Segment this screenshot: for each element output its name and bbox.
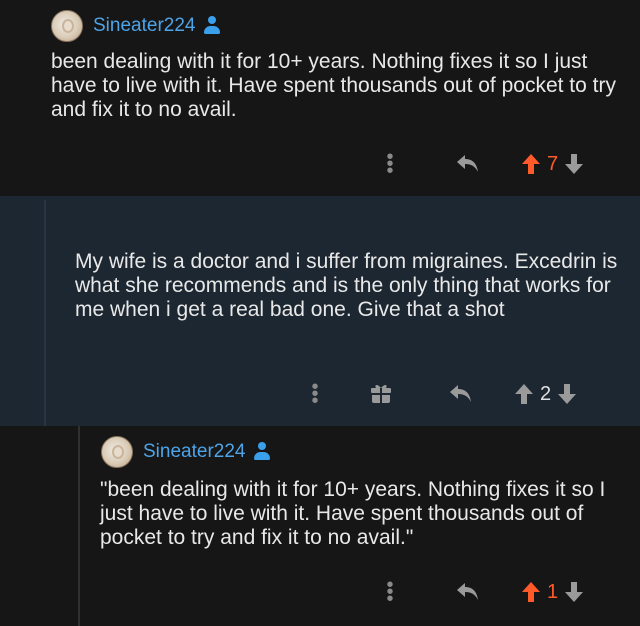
thread-line [78,426,80,626]
comment-actions: • • • 2 [310,377,577,411]
upvote-icon[interactable] [521,581,541,603]
comment-header: Sineater224 [101,436,271,468]
comment-actions: • • • 1 [385,575,584,609]
comment-text: My wife is a doctor and i suffer from mi… [75,250,618,321]
score: 2 [540,382,552,405]
comment-1: Sineater224 been dealing with it for 10+… [0,0,640,196]
comment-actions: • • • 7 [385,147,584,181]
score: 7 [547,152,559,175]
reply-icon[interactable] [448,382,474,406]
upvote-icon[interactable] [514,383,534,405]
avatar[interactable] [51,10,83,42]
gift-icon[interactable] [370,383,392,405]
comment-text: "been dealing with it for 10+ years. Not… [100,478,606,549]
comment-3: Sineater224 "been dealing with it for 10… [0,426,640,626]
downvote-icon[interactable] [564,153,584,175]
user-icon [203,16,221,36]
user-icon [253,442,271,462]
more-options-icon[interactable]: • • • [385,147,395,181]
downvote-icon[interactable] [564,581,584,603]
thread-line [44,200,46,426]
username[interactable]: Sineater224 [93,15,195,37]
reply-icon[interactable] [455,152,481,176]
comment-header: Sineater224 [51,10,221,42]
more-options-icon[interactable]: • • • [385,575,395,609]
comment-2: My wife is a doctor and i suffer from mi… [0,196,640,426]
comment-text: been dealing with it for 10+ years. Noth… [51,50,616,121]
upvote-icon[interactable] [521,153,541,175]
username[interactable]: Sineater224 [143,441,245,463]
downvote-icon[interactable] [557,383,577,405]
avatar[interactable] [101,436,133,468]
score: 1 [547,580,559,603]
more-options-icon[interactable]: • • • [310,377,320,411]
reply-icon[interactable] [455,580,481,604]
